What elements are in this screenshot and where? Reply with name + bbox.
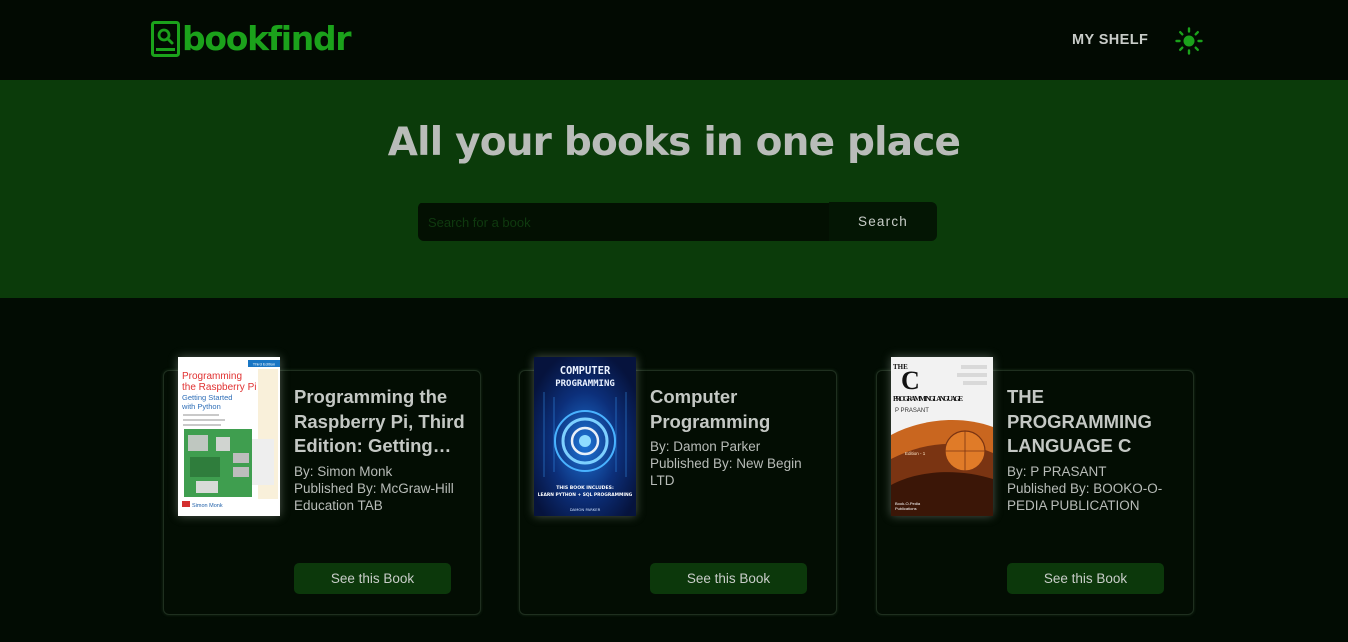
- book-author: By: Damon Parker: [650, 439, 761, 454]
- my-shelf-link[interactable]: MY SHELF: [1072, 32, 1148, 48]
- svg-text:Edition - 1: Edition - 1: [905, 451, 926, 456]
- search-input[interactable]: [418, 203, 829, 241]
- book-info: Computer Programming By: Damon Parker Pu…: [650, 385, 826, 489]
- svg-text:C: C: [901, 366, 920, 395]
- search-button[interactable]: Search: [829, 202, 937, 241]
- book-author: By: Simon Monk: [294, 463, 393, 479]
- svg-text:THIS BOOK INCLUDES:: THIS BOOK INCLUDES:: [556, 485, 614, 491]
- book-card: Third Edition Programming the Raspberry …: [163, 357, 481, 615]
- brand-logo[interactable]: bookfindr: [151, 19, 352, 58]
- book-publisher: Published By: McGraw-Hill Education TAB: [294, 480, 454, 513]
- see-this-book-button[interactable]: See this Book: [1007, 563, 1164, 594]
- book-info: Programming the Raspberry Pi, Third Edit…: [294, 385, 470, 514]
- hero-banner: All your books in one place Search: [0, 80, 1348, 298]
- logo-text: bookfindr: [182, 19, 352, 58]
- book-card: COMPUTER PROGRAMMING THIS BOOK INCLUDES:…: [519, 357, 837, 615]
- book-search-icon: [151, 21, 180, 57]
- book-info: THE PROGRAMMING LANGUAGE C By: P PRASANT…: [1007, 385, 1183, 514]
- book-title[interactable]: Computer Programming: [650, 385, 826, 434]
- theme-toggle-button[interactable]: [1175, 27, 1203, 55]
- see-this-book-button[interactable]: See this Book: [650, 563, 807, 594]
- svg-text:PROGRAMMING LANGUAGE: PROGRAMMING LANGUAGE: [893, 395, 963, 403]
- cover-edition-badge: Third Edition: [253, 362, 275, 367]
- svg-text:Getting Started: Getting Started: [182, 393, 232, 402]
- top-navbar: bookfindr MY SHELF: [0, 0, 1348, 80]
- book-title[interactable]: Programming the Raspberry Pi, Third Edit…: [294, 385, 470, 459]
- svg-text:the Raspberry Pi: the Raspberry Pi: [182, 382, 256, 393]
- svg-text:Simon Monk: Simon Monk: [192, 503, 223, 509]
- svg-text:PROGRAMMING: PROGRAMMING: [555, 379, 615, 389]
- book-card: THE C PROGRAMMING LANGUAGE P PRASANT Edi…: [876, 357, 1194, 615]
- hero-title: All your books in one place: [387, 120, 961, 165]
- book-title[interactable]: THE PROGRAMMING LANGUAGE C: [1007, 385, 1183, 459]
- svg-text:with Python: with Python: [181, 402, 221, 411]
- svg-text:DAMON PARKER: DAMON PARKER: [570, 507, 601, 512]
- svg-text:P PRASANT: P PRASANT: [895, 408, 929, 414]
- sun-icon: [1175, 27, 1203, 55]
- svg-text:Programming: Programming: [182, 371, 242, 382]
- book-cover-image[interactable]: COMPUTER PROGRAMMING THIS BOOK INCLUDES:…: [534, 357, 636, 516]
- svg-text:COMPUTER: COMPUTER: [560, 365, 611, 377]
- book-results: Third Edition Programming the Raspberry …: [0, 298, 1348, 642]
- book-cover-image[interactable]: THE C PROGRAMMING LANGUAGE P PRASANT Edi…: [891, 357, 993, 516]
- svg-text:LEARN PYTHON + SQL PROGRAMMING: LEARN PYTHON + SQL PROGRAMMING: [538, 492, 633, 498]
- svg-text:Publications: Publications: [895, 506, 917, 511]
- book-publisher: Published By: New Begin LTD: [650, 456, 802, 488]
- see-this-book-button[interactable]: See this Book: [294, 563, 451, 594]
- book-cover-image[interactable]: Third Edition Programming the Raspberry …: [178, 357, 280, 516]
- book-author: By: P PRASANT: [1007, 463, 1107, 479]
- search-bar: Search: [418, 202, 937, 241]
- book-publisher: Published By: BOOKO-O-PEDIA PUBLICATION: [1007, 480, 1163, 513]
